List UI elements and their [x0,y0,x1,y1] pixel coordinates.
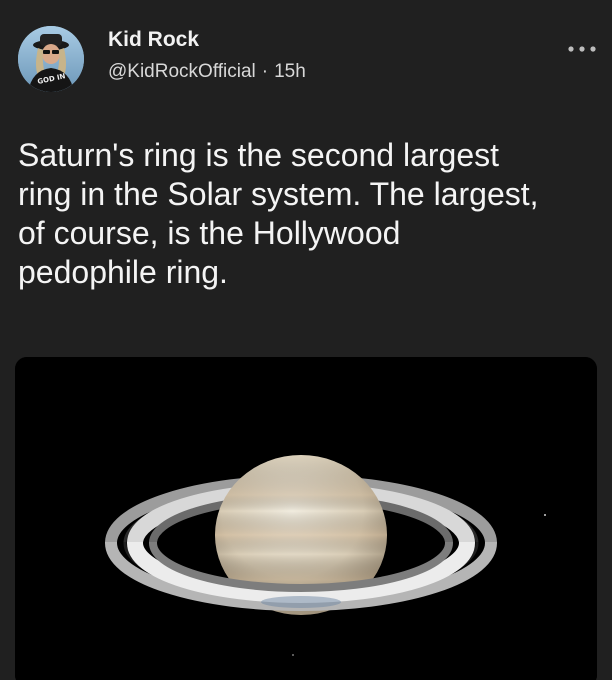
post-body-text: Saturn's ring is the second largest ring… [18,137,539,290]
post-card: GOD IN Kid Rock @KidRockOfficial · 15h Sat… [0,0,612,680]
saturn-photo-icon [15,357,597,680]
author-avatar[interactable]: GOD IN [18,26,84,92]
author-display-name[interactable]: Kid Rock [108,28,199,52]
post-timestamp[interactable]: 15h [274,61,306,82]
author-handle[interactable]: @KidRockOfficial [108,61,256,82]
meta-separator: · [261,61,269,82]
author-meta: @KidRockOfficial · 15h [108,61,306,83]
profile-photo-icon: GOD IN [18,26,84,92]
ellipsis-icon[interactable] [566,42,598,56]
post-media-image[interactable] [15,357,597,680]
